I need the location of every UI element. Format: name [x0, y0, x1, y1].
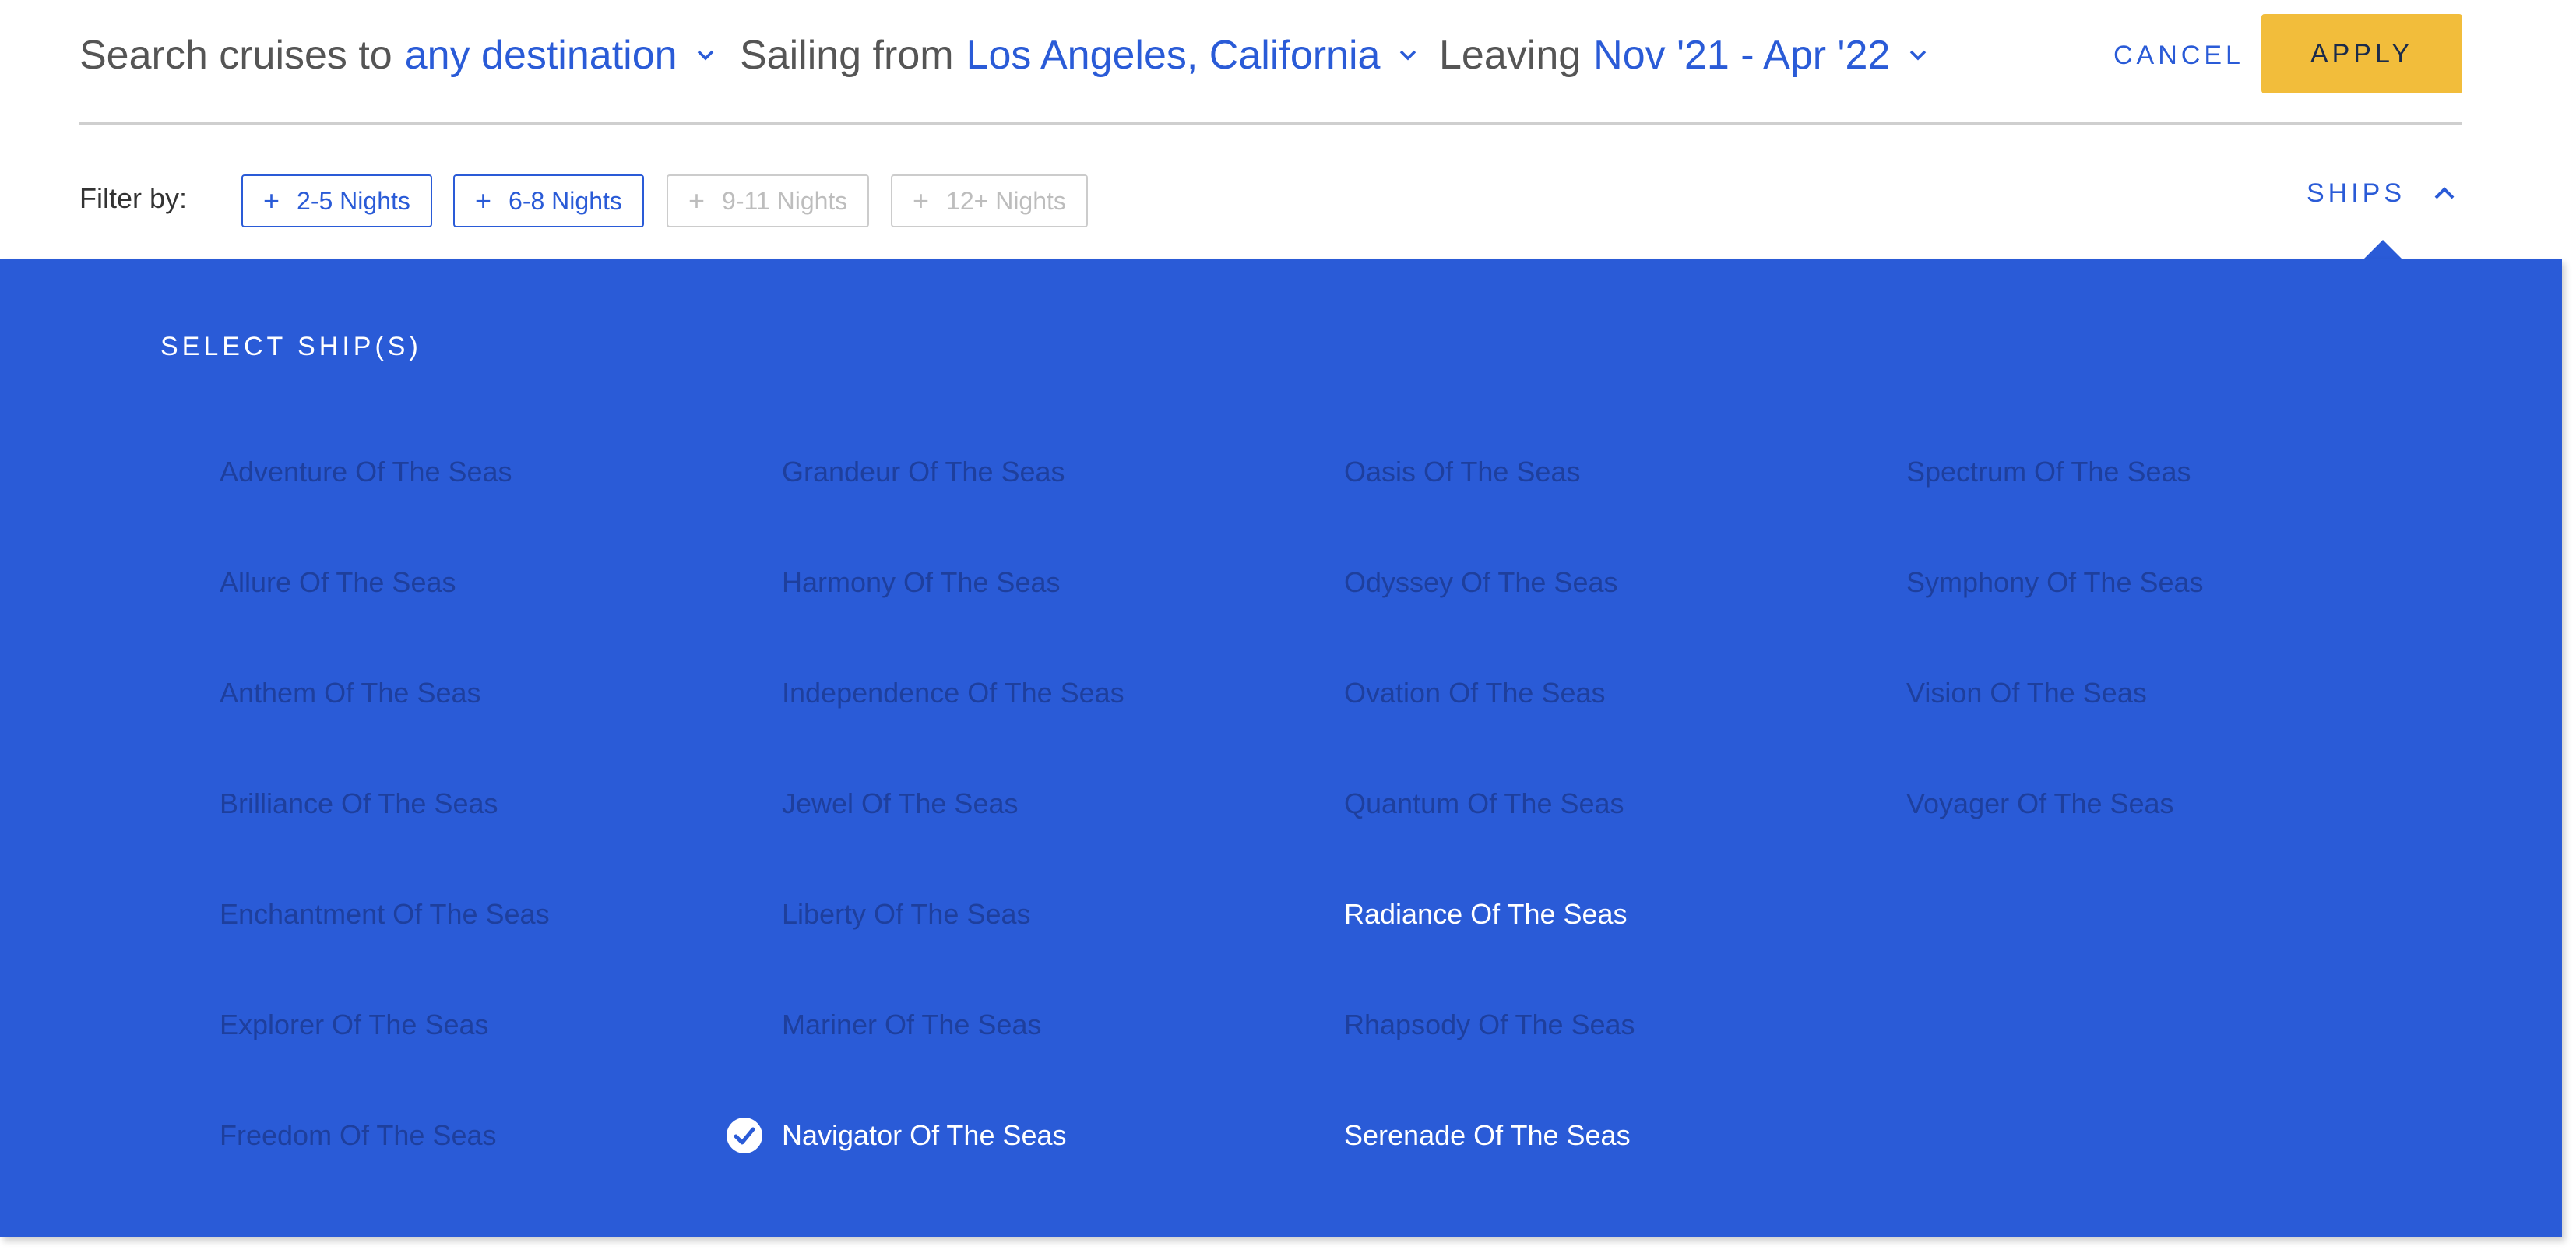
- destination-value[interactable]: any destination: [405, 32, 677, 79]
- ship-option-harmony[interactable]: Harmony Of The Seas: [782, 559, 1061, 606]
- ship-option-radiance[interactable]: Radiance Of The Seas: [1344, 891, 1628, 938]
- plus-icon: +: [475, 185, 492, 217]
- cruise-search-page: Search cruises to any destination Sailin…: [0, 0, 2576, 1257]
- ship-option-brilliance[interactable]: Brilliance Of The Seas: [220, 780, 498, 827]
- destination-dropdown[interactable]: Search cruises to any destination: [79, 31, 715, 79]
- ship-option-anthem[interactable]: Anthem Of The Seas: [220, 670, 481, 717]
- chevron-down-icon[interactable]: [1909, 49, 1927, 62]
- filter-by-label: Filter by:: [79, 182, 188, 214]
- ship-option-quantum[interactable]: Quantum Of The Seas: [1344, 780, 1624, 827]
- plus-icon: +: [688, 185, 706, 217]
- select-ships-panel: SELECT SHIP(S) Adventure Of The Seas All…: [0, 259, 2562, 1237]
- ship-option-enchantment[interactable]: Enchantment Of The Seas: [220, 891, 550, 938]
- ship-option-allure[interactable]: Allure Of The Seas: [220, 559, 456, 606]
- plus-icon: +: [263, 185, 280, 217]
- search-bar: Search cruises to any destination Sailin…: [79, 0, 2462, 125]
- plus-icon: +: [913, 185, 930, 217]
- ship-option-rhapsody[interactable]: Rhapsody Of The Seas: [1344, 1002, 1635, 1048]
- chip-label: 9-11 Nights: [722, 186, 848, 215]
- departure-port-dropdown[interactable]: Sailing from Los Angeles, California: [740, 31, 1417, 79]
- ship-option-symphony[interactable]: Symphony Of The Seas: [1906, 559, 2204, 606]
- ship-option-ovation[interactable]: Ovation Of The Seas: [1344, 670, 1606, 717]
- cancel-button[interactable]: CANCEL: [2113, 31, 2244, 79]
- dates-dropdown[interactable]: Leaving Nov '21 - Apr '22: [1439, 31, 1927, 79]
- chip-label: 2-5 Nights: [297, 186, 410, 215]
- chip-label: 6-8 Nights: [509, 186, 622, 215]
- ship-option-vision[interactable]: Vision Of The Seas: [1906, 670, 2147, 717]
- check-circle-icon: [727, 1118, 762, 1153]
- chevron-down-icon[interactable]: [696, 49, 715, 62]
- ship-option-navigator[interactable]: Navigator Of The Seas: [727, 1112, 1067, 1159]
- ship-option-jewel[interactable]: Jewel Of The Seas: [782, 780, 1019, 827]
- departure-value[interactable]: Los Angeles, California: [966, 32, 1381, 79]
- ship-option-freedom[interactable]: Freedom Of The Seas: [220, 1112, 497, 1159]
- chevron-up-icon[interactable]: [2433, 186, 2455, 200]
- filter-chip-9-11-nights: + 9-11 Nights: [667, 174, 870, 227]
- panel-pointer: [2364, 240, 2402, 259]
- filter-chip-6-8-nights[interactable]: + 6-8 Nights: [453, 174, 644, 227]
- ship-option-mariner[interactable]: Mariner Of The Seas: [782, 1002, 1041, 1048]
- ship-option-serenade[interactable]: Serenade Of The Seas: [1344, 1112, 1631, 1159]
- dates-value[interactable]: Nov '21 - Apr '22: [1593, 32, 1890, 79]
- ship-option-odyssey[interactable]: Odyssey Of The Seas: [1344, 559, 1618, 606]
- departure-label: Sailing from: [740, 33, 954, 78]
- ship-option-adventure[interactable]: Adventure Of The Seas: [220, 449, 512, 495]
- dates-label: Leaving: [1439, 33, 1582, 78]
- destination-label: Search cruises to: [79, 33, 392, 78]
- ship-option-voyager[interactable]: Voyager Of The Seas: [1906, 780, 2174, 827]
- ship-option-independence[interactable]: Independence Of The Seas: [782, 670, 1124, 717]
- apply-button[interactable]: APPLY: [2261, 14, 2462, 93]
- ship-option-label: Navigator Of The Seas: [782, 1119, 1067, 1151]
- ship-option-grandeur[interactable]: Grandeur Of The Seas: [782, 449, 1065, 495]
- ship-option-liberty[interactable]: Liberty Of The Seas: [782, 891, 1031, 938]
- ships-toggle-label: SHIPS: [2307, 178, 2406, 208]
- chip-label: 12+ Nights: [946, 186, 1066, 215]
- filter-chip-2-5-nights[interactable]: + 2-5 Nights: [241, 174, 432, 227]
- ship-option-oasis[interactable]: Oasis Of The Seas: [1344, 449, 1580, 495]
- ships-filter-toggle[interactable]: SHIPS: [2307, 173, 2455, 213]
- ship-option-explorer[interactable]: Explorer Of The Seas: [220, 1002, 489, 1048]
- ship-option-spectrum[interactable]: Spectrum Of The Seas: [1906, 449, 2191, 495]
- filter-chip-12-plus-nights: + 12+ Nights: [891, 174, 1088, 227]
- chevron-down-icon[interactable]: [1399, 49, 1417, 62]
- panel-title: SELECT SHIP(S): [160, 332, 422, 361]
